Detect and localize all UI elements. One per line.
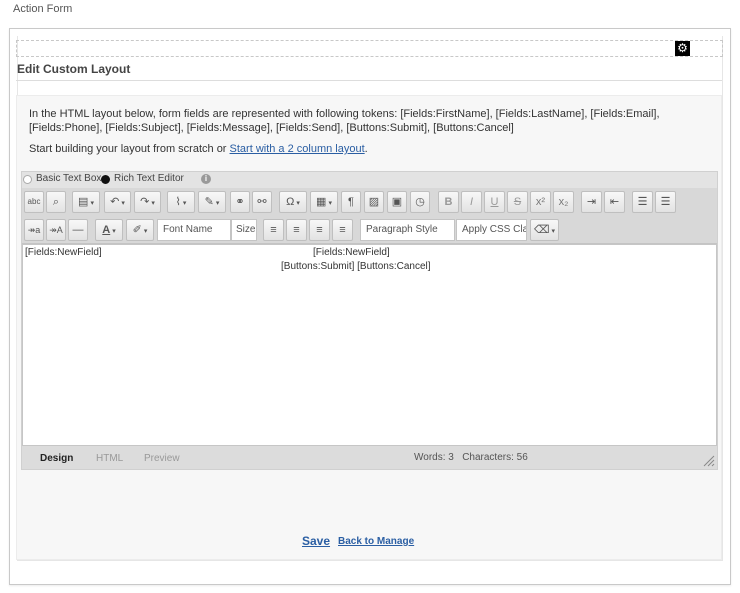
paste-icon[interactable]: ▤ ▾ <box>72 191 100 213</box>
convert-lower-icon[interactable]: ↠a <box>24 219 44 241</box>
chevron-down-icon: ▾ <box>151 200 155 207</box>
editor-mode-row: Basic Text Box Rich Text Editor i <box>22 172 717 188</box>
paragraph-icon[interactable]: ¶ <box>341 191 361 213</box>
tab-design[interactable]: Design <box>40 453 73 464</box>
underline-icon[interactable]: U <box>484 191 505 213</box>
basic-text-box-label[interactable]: Basic Text Box <box>36 173 101 184</box>
design-editing-area[interactable]: [Fields:NewField] [Fields:NewField] [But… <box>22 244 717 446</box>
undo-glyph: ↶ <box>110 196 120 208</box>
italic-icon[interactable]: I <box>461 191 482 213</box>
outdent-icon[interactable]: ⇤ <box>604 191 625 213</box>
image-icon[interactable]: ▨ <box>364 191 384 213</box>
superscript-icon[interactable]: x² <box>530 191 551 213</box>
editor-status-bar: Design HTML Preview Words: 3 Characters:… <box>22 447 717 469</box>
two-column-layout-link[interactable]: Start with a 2 column layout <box>230 143 365 155</box>
chevron-down-icon: ▾ <box>551 228 556 235</box>
chevron-down-icon: ▾ <box>90 200 94 207</box>
time-icon[interactable]: ◷ <box>410 191 430 213</box>
section-title: Edit Custom Layout <box>17 62 131 76</box>
rich-text-editor: Basic Text Box Rich Text Editor i abc ⌕ … <box>21 171 718 470</box>
indent-icon[interactable]: ⇥ <box>581 191 602 213</box>
chevron-down-icon: ▾ <box>328 200 332 207</box>
gear-icon[interactable]: ⚙ <box>675 41 690 56</box>
apply-css-class-select[interactable]: Apply CSS Class <box>456 219 527 241</box>
section-divider <box>16 80 722 81</box>
chevron-down-icon: ▾ <box>182 200 187 207</box>
undo-icon[interactable]: ↶ ▾ <box>104 191 131 213</box>
save-button[interactable]: Save <box>302 534 330 548</box>
table-icon[interactable]: ▦ ▾ <box>310 191 338 213</box>
unordered-list-icon[interactable]: ☰ <box>655 191 676 213</box>
intro-start-prefix: Start building your layout from scratch … <box>29 143 230 155</box>
toolbar-row-1: abc ⌕ ▤ ▾ ↶ ▾ ↷ ▾ ⌇ ▾ ✎ ▾ ⚭ ⚯ Ω ▾ ▦ ▾ ¶ ▨ ▣ ◷ B… <box>22 188 717 216</box>
rich-text-editor-radio[interactable] <box>101 175 110 184</box>
intro-text: In the HTML layout below, form fields ar… <box>29 108 660 134</box>
token-buttons: [Buttons:Submit] [Buttons:Cancel] <box>281 261 431 272</box>
chevron-down-icon: ▾ <box>112 228 116 235</box>
page-title: Action Form <box>13 3 73 15</box>
characters-count: Characters: 56 <box>462 452 528 463</box>
bold-icon[interactable]: B <box>438 191 459 213</box>
redo-icon[interactable]: ↷ ▾ <box>134 191 161 213</box>
resize-handle-icon[interactable] <box>703 455 715 467</box>
horizontal-rule-icon[interactable]: — <box>68 219 88 241</box>
word-count: Words: 3 Characters: 56 <box>414 452 528 463</box>
highlight-icon[interactable]: ✐ ▾ <box>126 219 154 241</box>
date-icon[interactable]: ▣ <box>387 191 407 213</box>
symbol-icon[interactable]: Ω ▾ <box>279 191 307 213</box>
tab-html[interactable]: HTML <box>96 453 123 464</box>
toolbar-row-2: ↠a ↠A — A ▾ ✐ ▾ Font Name Size ≡ ≡ ≡ ≡ Par… <box>22 216 717 244</box>
intro-start-suffix: . <box>364 143 368 155</box>
align-left-icon[interactable]: ≡ <box>263 219 284 241</box>
chevron-down-icon: ▾ <box>143 228 148 235</box>
attach-icon[interactable]: ⌇ ▾ <box>167 191 195 213</box>
font-name-select[interactable]: Font Name <box>157 219 231 241</box>
token-new-field-mid: [Fields:NewField] <box>313 247 390 258</box>
edit-icon[interactable]: ✎ ▾ <box>198 191 226 213</box>
highlight-glyph: ✐ <box>132 224 142 236</box>
font-size-select[interactable]: Size <box>231 219 257 241</box>
drop-zone-bar <box>16 40 723 57</box>
paragraph-style-select[interactable]: Paragraph Style <box>360 219 455 241</box>
align-center-icon[interactable]: ≡ <box>286 219 307 241</box>
justify-icon[interactable]: ≡ <box>332 219 353 241</box>
align-right-icon[interactable]: ≡ <box>309 219 330 241</box>
find-replace-icon[interactable]: ⌕ <box>46 191 66 213</box>
edit-glyph: ✎ <box>204 196 214 208</box>
strikethrough-icon[interactable]: S <box>507 191 528 213</box>
token-new-field-left: [Fields:NewField] <box>25 247 102 258</box>
tab-preview[interactable]: Preview <box>144 453 180 464</box>
font-color-glyph: A <box>102 224 111 236</box>
chevron-down-icon: ▾ <box>121 200 125 207</box>
ordered-list-icon[interactable]: ☰ <box>632 191 653 213</box>
chevron-down-icon: ▾ <box>215 200 220 207</box>
eraser-icon[interactable]: ⌫ ▾ <box>530 219 559 241</box>
info-icon[interactable]: i <box>201 174 211 184</box>
chevron-down-icon: ▾ <box>296 200 300 207</box>
eraser-glyph: ⌫ <box>533 224 550 236</box>
unlink-icon[interactable]: ⚯ <box>252 191 272 213</box>
basic-text-box-radio[interactable] <box>23 175 32 184</box>
back-to-manage-link[interactable]: Back to Manage <box>338 536 414 547</box>
paste-glyph: ▤ <box>78 196 89 208</box>
link-icon[interactable]: ⚭ <box>230 191 250 213</box>
font-color-icon[interactable]: A ▾ <box>95 219 123 241</box>
attach-glyph: ⌇ <box>175 196 181 208</box>
spellcheck-icon[interactable]: abc <box>24 191 44 213</box>
words-count: Words: 3 <box>414 452 454 463</box>
symbol-glyph: Ω <box>286 196 295 208</box>
table-glyph: ▦ <box>316 196 327 208</box>
subscript-icon[interactable]: x₂ <box>553 191 574 213</box>
intro-start-text: Start building your layout from scratch … <box>29 143 368 155</box>
content-panel: In the HTML layout below, form fields ar… <box>16 95 722 560</box>
redo-glyph: ↷ <box>140 196 150 208</box>
convert-upper-icon[interactable]: ↠A <box>46 219 66 241</box>
rich-text-editor-label[interactable]: Rich Text Editor <box>114 173 184 184</box>
